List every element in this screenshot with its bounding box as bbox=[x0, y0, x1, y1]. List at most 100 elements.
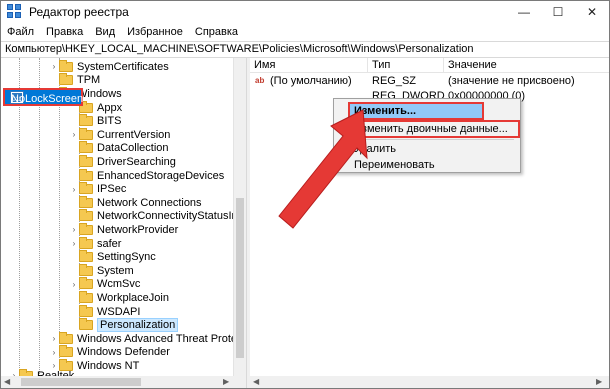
tree-item-label: Windows Defender bbox=[77, 346, 170, 359]
folder-icon bbox=[79, 182, 93, 195]
tree-item[interactable]: SettingSync bbox=[69, 250, 156, 264]
tree-item-label: NetworkConnectivityStatusIndica bbox=[97, 210, 246, 223]
folder-icon bbox=[59, 59, 73, 72]
value-name: NoLockScreen bbox=[11, 93, 84, 105]
tree-item-label: EnhancedStorageDevices bbox=[97, 169, 225, 182]
address-bar[interactable]: Компьютер\HKEY_LOCAL_MACHINE\SOFTWARE\Po… bbox=[1, 41, 609, 58]
tree-item[interactable]: TPM bbox=[49, 73, 101, 88]
tree-item[interactable]: NetworkConnectivityStatusIndica bbox=[69, 209, 246, 224]
folder-icon bbox=[79, 318, 93, 331]
list-header: Имя Тип Значение bbox=[250, 58, 609, 73]
scrollbar-thumb[interactable] bbox=[21, 378, 141, 386]
expand-icon[interactable]: › bbox=[49, 348, 59, 357]
tree-item-selected[interactable]: Personalization bbox=[69, 318, 179, 333]
tree-item[interactable]: Network Connections bbox=[69, 195, 202, 210]
folder-icon bbox=[59, 73, 73, 86]
regedit-app-icon bbox=[7, 4, 23, 20]
scroll-left-icon[interactable]: ◀ bbox=[253, 376, 259, 388]
maximize-button[interactable]: ☐ bbox=[541, 1, 575, 23]
annotation-arrow-icon bbox=[278, 109, 368, 229]
tree-item-label: WcmSvc bbox=[97, 278, 141, 291]
tree-item-label: BITS bbox=[97, 115, 122, 128]
tree-item-label: WorkplaceJoin bbox=[97, 291, 169, 304]
menu-bar: Файл Правка Вид Избранное Справка bbox=[1, 23, 609, 41]
tree-item[interactable]: WorkplaceJoin bbox=[69, 290, 169, 305]
tree-item-label: Appx bbox=[97, 101, 123, 114]
tree-item[interactable]: › Windows Defender bbox=[49, 345, 170, 360]
tree-item[interactable]: BITS bbox=[69, 114, 121, 128]
tree-item-label: safer bbox=[97, 237, 122, 250]
folder-icon bbox=[79, 141, 93, 154]
folder-icon bbox=[79, 127, 93, 140]
tree-item[interactable]: › CurrentVersion bbox=[69, 127, 171, 142]
selected-value-highlight[interactable]: 011 NoLockScreen bbox=[3, 88, 83, 106]
tree-item[interactable]: EnhancedStorageDevices bbox=[69, 168, 225, 183]
value-name: (По умолчанию) bbox=[270, 75, 352, 87]
folder-icon bbox=[79, 154, 93, 167]
menu-help[interactable]: Справка bbox=[189, 26, 244, 38]
tree-horizontal-scrollbar[interactable]: ◀ ▶ bbox=[1, 376, 246, 388]
minimize-button[interactable]: — bbox=[507, 1, 541, 23]
tree-item[interactable]: WSDAPI bbox=[69, 304, 140, 319]
folder-icon bbox=[79, 195, 93, 208]
expand-icon[interactable]: › bbox=[69, 239, 79, 248]
menu-view[interactable]: Вид bbox=[89, 26, 121, 38]
tree-item-label: DriverSearching bbox=[97, 155, 176, 168]
folder-icon bbox=[79, 222, 93, 235]
expand-icon[interactable]: › bbox=[69, 280, 79, 289]
tree-item[interactable]: DriverSearching bbox=[69, 154, 176, 169]
scroll-left-icon[interactable]: ◀ bbox=[4, 376, 10, 388]
tree-item[interactable]: System bbox=[69, 263, 134, 278]
menu-edit[interactable]: Правка bbox=[40, 26, 89, 38]
tree-item-label: NetworkProvider bbox=[97, 223, 179, 236]
tree-item-label: Network Connections bbox=[97, 196, 202, 209]
tree-item-label: SettingSync bbox=[97, 251, 156, 264]
tree-item[interactable]: › Windows Advanced Threat Protectio bbox=[49, 331, 246, 346]
expand-icon[interactable]: › bbox=[69, 185, 79, 194]
folder-icon bbox=[59, 345, 73, 358]
tree-item[interactable]: › NetworkProvider bbox=[69, 222, 179, 237]
folder-icon bbox=[79, 290, 93, 303]
scroll-right-icon[interactable]: ▶ bbox=[596, 376, 602, 388]
folder-icon bbox=[59, 331, 73, 344]
string-value-icon: ab bbox=[255, 76, 265, 86]
tree-item[interactable]: › SystemCertificates bbox=[49, 59, 169, 74]
registry-editor-window: Редактор реестра — ☐ ✕ Файл Правка Вид И… bbox=[0, 0, 610, 389]
scrollbar-thumb[interactable] bbox=[236, 198, 244, 358]
folder-icon bbox=[79, 168, 93, 181]
tree-item-label: Windows Advanced Threat Protectio bbox=[77, 332, 246, 345]
scroll-right-icon[interactable]: ▶ bbox=[223, 376, 229, 388]
column-name[interactable]: Имя bbox=[250, 58, 368, 73]
value-data: (значение не присвоено) bbox=[448, 75, 575, 87]
expand-icon[interactable]: › bbox=[49, 334, 59, 343]
folder-icon bbox=[79, 236, 93, 249]
expand-icon[interactable]: › bbox=[49, 62, 59, 71]
tree-item-label: SystemCertificates bbox=[77, 60, 169, 73]
tree-item[interactable]: › IPSec bbox=[69, 182, 126, 196]
folder-icon bbox=[79, 263, 93, 276]
column-type[interactable]: Тип bbox=[368, 58, 444, 73]
close-button[interactable]: ✕ bbox=[575, 1, 609, 23]
tree-item-label: Personalization bbox=[97, 318, 179, 333]
value-type: REG_SZ bbox=[372, 75, 417, 87]
tree-vertical-scrollbar[interactable] bbox=[233, 58, 246, 376]
title-bar[interactable]: Редактор реестра — ☐ ✕ bbox=[1, 1, 609, 23]
folder-icon bbox=[79, 209, 93, 222]
tree-item[interactable]: › Realtek bbox=[9, 368, 74, 376]
tree-item-label: TPM bbox=[77, 74, 101, 87]
menu-file[interactable]: Файл bbox=[1, 26, 40, 38]
column-value[interactable]: Значение bbox=[444, 58, 609, 73]
tree-item-label: IPSec bbox=[97, 183, 127, 196]
expand-icon[interactable]: › bbox=[69, 130, 79, 139]
list-row[interactable]: ab (По умолчанию) REG_SZ (значение не при… bbox=[250, 74, 609, 89]
tree-item-label: System bbox=[97, 264, 134, 277]
list-horizontal-scrollbar[interactable]: ◀ ▶ bbox=[250, 376, 609, 388]
tree-item-label: CurrentVersion bbox=[97, 128, 171, 141]
tree-item[interactable]: DataCollection bbox=[69, 141, 169, 156]
tree-item[interactable]: › WcmSvc bbox=[69, 277, 141, 292]
expand-icon[interactable]: › bbox=[69, 225, 79, 234]
folder-icon bbox=[79, 304, 93, 317]
window-title: Редактор реестра bbox=[29, 5, 129, 19]
tree-item[interactable]: › safer bbox=[69, 236, 122, 251]
menu-favorites[interactable]: Избранное bbox=[121, 26, 189, 38]
